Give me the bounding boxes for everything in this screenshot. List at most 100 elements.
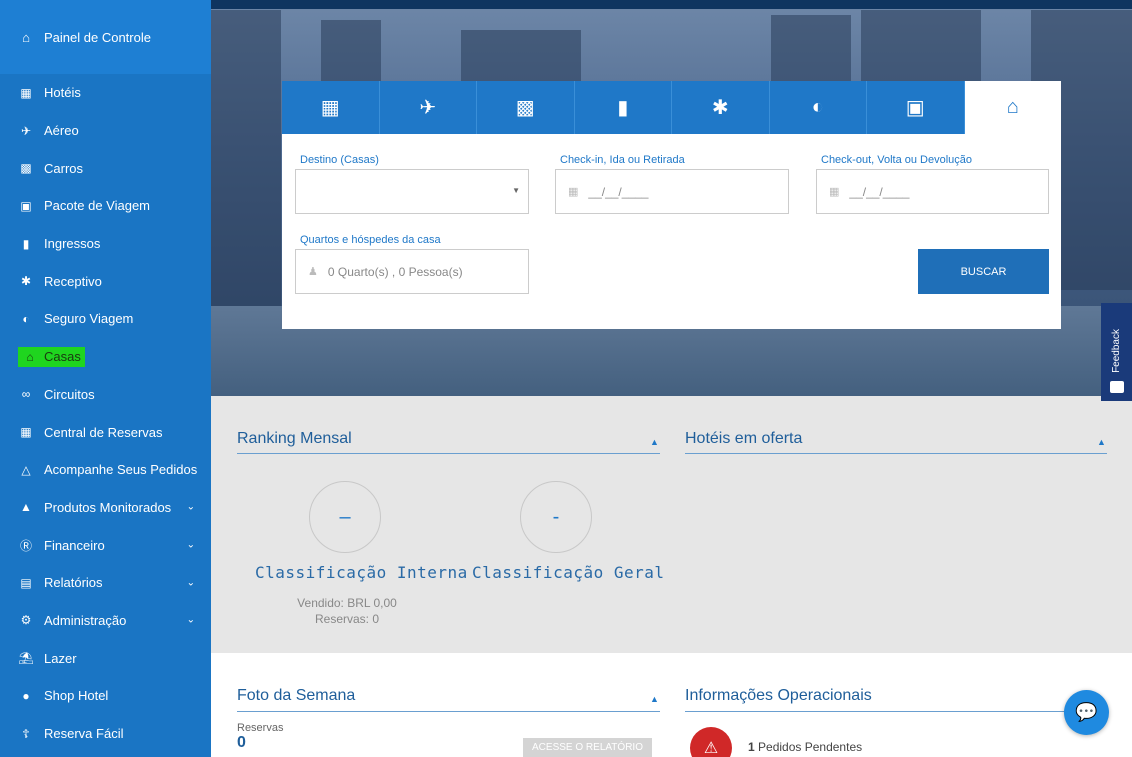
feedback-tab[interactable]: Feedback bbox=[1101, 303, 1132, 401]
feedback-icon bbox=[1109, 381, 1124, 393]
top-bar bbox=[211, 0, 1132, 9]
receptive-tab-icon: ✱ bbox=[711, 97, 729, 119]
sidebar-item-circuitos[interactable]: ∞ Circuitos bbox=[0, 376, 211, 414]
ranking-title: Ranking Mensal bbox=[237, 430, 352, 447]
sidebar-item-pacote-de-viagem[interactable]: ▣ Pacote de Viagem bbox=[0, 187, 211, 225]
hotel-tab-icon: ▦ bbox=[320, 97, 340, 119]
tab-seguro[interactable]: ◐ bbox=[770, 81, 867, 134]
sidebar-item-label: Painel de Controle bbox=[44, 29, 151, 45]
sidebar-item-label: Acompanhe Seus Pedidos bbox=[44, 462, 198, 478]
lower-section bbox=[211, 653, 1132, 757]
sidebar: ⌂ Painel de Controle ▦ Hotéis ✈ Aéreo ▩ … bbox=[0, 0, 211, 757]
sidebar-item-central-de-reservas[interactable]: ▦ Central de Reservas bbox=[0, 413, 211, 451]
calendar-icon: ▦ bbox=[20, 425, 32, 440]
quartos-input[interactable]: ♟ 0 Quarto(s) , 0 Pessoa(s) bbox=[295, 249, 529, 294]
chevron-down-icon: ⌄ bbox=[186, 539, 195, 551]
divider bbox=[237, 711, 660, 712]
sidebar-item-label: Pacote de Viagem bbox=[44, 198, 150, 214]
chat-button[interactable]: 💬 bbox=[1064, 690, 1109, 735]
divider bbox=[685, 711, 1085, 712]
hotel-icon: ▦ bbox=[20, 85, 32, 100]
feedback-label: Feedback bbox=[1111, 329, 1122, 373]
plane-icon: ✈ bbox=[20, 123, 32, 138]
divider bbox=[685, 453, 1107, 454]
home-icon: ⌂ bbox=[22, 29, 30, 45]
car-icon: ▩ bbox=[20, 161, 32, 176]
package-tab-icon: ▣ bbox=[905, 97, 925, 119]
checkin-label: Check-in, Ida ou Retirada bbox=[560, 154, 685, 166]
sidebar-item-carros[interactable]: ▩ Carros bbox=[0, 149, 211, 187]
sidebar-item-casas[interactable]: ⌂ Casas bbox=[0, 338, 211, 376]
chevron-down-icon: ⌄ bbox=[186, 614, 195, 626]
tab-pacote[interactable]: ▣ bbox=[867, 81, 965, 134]
sidebar-item-seguro-viagem[interactable]: ◐ Seguro Viagem bbox=[0, 300, 211, 338]
sidebar-item-lazer[interactable]: ⛱ Lazer bbox=[0, 639, 211, 677]
guests-icon: ♟ bbox=[308, 266, 318, 278]
sidebar-item-financeiro[interactable]: Ⓡ Financeiro ⌄ bbox=[0, 526, 211, 564]
sidebar-item-produtos-monitorados[interactable]: ▲ Produtos Monitorados ⌄ bbox=[0, 489, 211, 527]
sidebar-item-label: Relatórios bbox=[44, 575, 103, 591]
receptive-icon: ✱ bbox=[20, 274, 32, 289]
house-icon: ⌂ bbox=[26, 349, 34, 364]
search-form: Destino (Casas) ▼ Check-in, Ida ou Retir… bbox=[282, 134, 1061, 329]
sidebar-item-receptivo[interactable]: ✱ Receptivo bbox=[0, 262, 211, 300]
sidebar-item-painel-de-controle[interactable]: ⌂ Painel de Controle bbox=[0, 0, 211, 74]
classificacao-geral-value: - bbox=[552, 505, 560, 528]
buscar-button[interactable]: BUSCAR bbox=[918, 249, 1049, 294]
pendentes-label: Pedidos Pendentes bbox=[758, 740, 863, 754]
report-icon: ▤ bbox=[20, 575, 32, 590]
sidebar-item-shop-hotel[interactable]: ● Shop Hotel bbox=[0, 677, 211, 715]
classificacao-interna-label: Classificação Interna bbox=[255, 563, 468, 582]
info-operacionais-title: Informações Operacionais bbox=[685, 687, 872, 704]
sidebar-item-ingressos[interactable]: ▮ Ingressos bbox=[0, 225, 211, 263]
sidebar-item-label: Produtos Monitorados bbox=[44, 499, 172, 515]
classificacao-interna-circle: – bbox=[309, 481, 381, 553]
chat-icon: 💬 bbox=[1075, 702, 1098, 722]
foto-reservas-label: Reservas bbox=[237, 722, 284, 734]
insurance-tab-icon: ◐ bbox=[811, 96, 824, 118]
hoteis-oferta-title: Hotéis em oferta bbox=[685, 430, 803, 447]
sidebar-item-administracao[interactable]: ⚙ Administração ⌄ bbox=[0, 602, 211, 640]
checkout-placeholder: __/__/____ bbox=[849, 184, 910, 199]
collapse-icon[interactable]: ▲ bbox=[650, 694, 659, 704]
sidebar-item-label: Receptivo bbox=[44, 273, 102, 289]
classificacao-geral-label: Classificação Geral bbox=[472, 563, 665, 582]
foto-semana-title: Foto da Semana bbox=[237, 687, 356, 704]
collapse-icon[interactable]: ▲ bbox=[650, 437, 659, 447]
sidebar-item-label: Seguro Viagem bbox=[44, 311, 134, 327]
collapse-icon[interactable]: ▲ bbox=[1097, 437, 1106, 447]
plane-tab-icon: ✈ bbox=[419, 97, 437, 119]
sidebar-item-label: Hotéis bbox=[44, 85, 81, 101]
money-icon: Ⓡ bbox=[19, 538, 32, 553]
tab-hotel[interactable]: ▦ bbox=[282, 81, 380, 134]
circuit-icon: ∞ bbox=[21, 387, 31, 402]
sidebar-item-reserva-facil[interactable]: ☦ Reserva Fácil bbox=[0, 715, 211, 753]
sidebar-item-label: Administração bbox=[44, 612, 127, 628]
tab-aereo[interactable]: ✈ bbox=[380, 81, 477, 134]
pedidos-pendentes[interactable]: 1 Pedidos Pendentes bbox=[748, 740, 862, 754]
foto-reservas-value: 0 bbox=[237, 734, 246, 751]
acesse-relatorio-button[interactable]: ACESSE O RELATÓRIO bbox=[523, 738, 652, 757]
sidebar-item-aereo[interactable]: ✈ Aéreo bbox=[0, 112, 211, 150]
calendar-icon: ▦ bbox=[829, 186, 840, 198]
tab-carros[interactable]: ▩ bbox=[477, 81, 575, 134]
classificacao-interna-value: – bbox=[339, 505, 351, 528]
sidebar-item-label: Shop Hotel bbox=[44, 688, 109, 704]
checkout-input[interactable]: ▦ __/__/____ bbox=[816, 169, 1049, 214]
leisure-icon: ⛱ bbox=[18, 651, 34, 666]
destino-select[interactable]: ▼ bbox=[295, 169, 529, 214]
sidebar-item-relatorios[interactable]: ▤ Relatórios ⌄ bbox=[0, 564, 211, 602]
sidebar-item-acompanhe-seus-pedidos[interactable]: △ Acompanhe Seus Pedidos bbox=[0, 451, 211, 489]
sidebar-item-hoteis[interactable]: ▦ Hotéis bbox=[0, 74, 211, 112]
tab-ingressos[interactable]: ▮ bbox=[575, 81, 672, 134]
quartos-value: 0 Quarto(s) , 0 Pessoa(s) bbox=[327, 264, 463, 279]
sidebar-item-casas-highlight: ⌂ Casas bbox=[18, 346, 85, 367]
tab-casas[interactable]: ⌂ bbox=[964, 81, 1061, 134]
bell-icon: ▲ bbox=[20, 500, 32, 515]
shop-icon: ● bbox=[22, 688, 30, 703]
ticket-icon: ▮ bbox=[22, 236, 30, 251]
tab-receptivo[interactable]: ✱ bbox=[672, 81, 770, 134]
shield-icon: ◐ bbox=[22, 311, 30, 326]
checkin-input[interactable]: ▦ __/__/____ bbox=[555, 169, 789, 214]
classificacao-geral-circle: - bbox=[520, 481, 592, 553]
